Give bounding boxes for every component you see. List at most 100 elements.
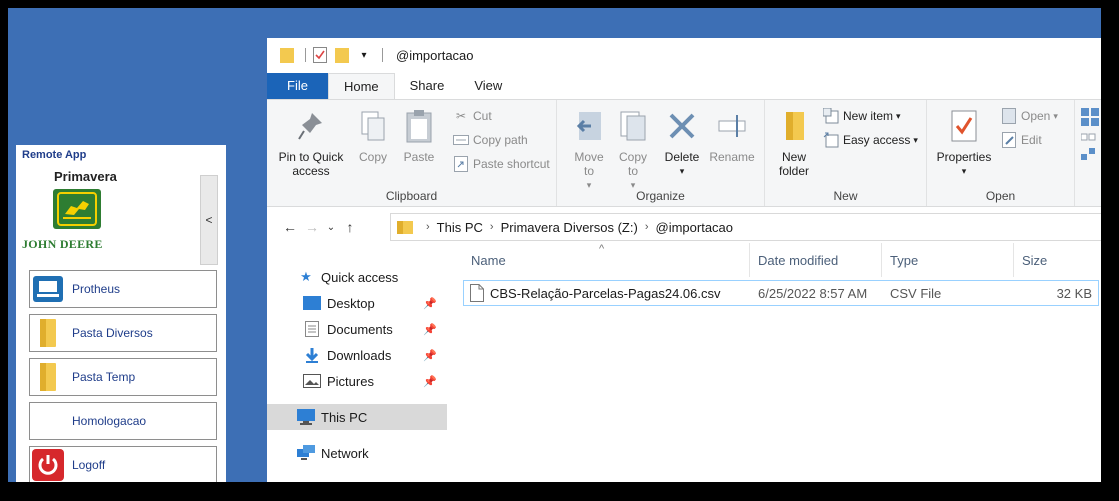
pasta-diversos-label: Pasta Diversos: [72, 326, 153, 340]
breadcrumb-this-pc[interactable]: This PC: [437, 220, 483, 235]
brand-caption: JOHN DEERE: [22, 237, 103, 251]
nav-quick-access[interactable]: ★ Quick access: [267, 264, 447, 290]
paste-button[interactable]: Paste: [399, 106, 439, 164]
address-box[interactable]: › This PC › Primavera Diversos (Z:) › @i…: [390, 213, 1101, 241]
scissors-icon: ✂: [455, 109, 467, 123]
chevron-right-icon: ›: [644, 221, 649, 233]
tab-view[interactable]: View: [459, 73, 517, 99]
ribbon-tabs: File Home Share View: [267, 73, 517, 99]
column-header-size[interactable]: Size: [1022, 243, 1047, 277]
pasta-diversos-button[interactable]: Pasta Diversos: [29, 314, 217, 352]
brand-name: Primavera: [54, 169, 117, 184]
move-to-icon: [572, 106, 606, 146]
nav-quick-access-label: Quick access: [321, 269, 399, 285]
organize-group-label: Organize: [636, 189, 685, 203]
tab-file[interactable]: File: [267, 73, 328, 99]
logoff-button[interactable]: Logoff: [29, 446, 217, 482]
paste-shortcut-button[interactable]: Paste shortcut: [453, 156, 550, 172]
pin-label: Pin to Quick access: [278, 150, 344, 178]
protheus-button[interactable]: Protheus: [29, 270, 217, 308]
pin-icon: [294, 106, 328, 146]
folder-icon: [30, 359, 66, 395]
breadcrumb-current-folder[interactable]: @importacao: [656, 220, 734, 235]
cut-label: Cut: [473, 109, 492, 123]
tab-home[interactable]: Home: [327, 73, 395, 99]
new-item-label: New item: [843, 109, 894, 123]
protheus-label: Protheus: [72, 282, 121, 296]
copy-icon: [356, 106, 390, 146]
folder-icon: [30, 315, 66, 351]
back-arrow-icon[interactable]: ←: [279, 219, 301, 235]
recent-locations-chevron-icon[interactable]: ⌄: [323, 222, 339, 233]
properties-icon: [947, 106, 981, 146]
nav-this-pc[interactable]: This PC: [267, 404, 447, 430]
pin-icon: 📌: [423, 297, 437, 310]
column-divider[interactable]: [749, 243, 750, 277]
desktop-icon: [303, 294, 321, 312]
documents-icon: [303, 320, 321, 338]
new-folder-icon[interactable]: [333, 46, 351, 64]
delete-button[interactable]: Delete ▾: [661, 106, 703, 178]
new-group: New folder New item ▾ Easy access ▾ New: [765, 100, 927, 206]
rename-icon: [715, 106, 749, 146]
paste-shortcut-icon: [453, 156, 469, 172]
column-divider[interactable]: [1013, 243, 1014, 277]
up-arrow-icon[interactable]: ↑: [339, 219, 361, 235]
select-all-icon[interactable]: [1080, 108, 1099, 172]
new-folder-button[interactable]: New folder: [773, 106, 815, 178]
file-size: 32 KB: [1056, 286, 1092, 301]
homologacao-button[interactable]: Homologacao: [29, 402, 217, 440]
dropdown-caret: ▾: [1053, 110, 1058, 121]
easy-access-button[interactable]: Easy access ▾: [823, 132, 918, 148]
separator: [382, 48, 383, 62]
rename-label: Rename: [709, 150, 755, 164]
open-label: Open: [1021, 109, 1051, 123]
cut-button[interactable]: ✂ Cut: [453, 108, 492, 124]
copy-label: Copy: [358, 150, 387, 164]
breadcrumb-drive[interactable]: Primavera Diversos (Z:): [501, 220, 638, 235]
customize-toolbar-icon[interactable]: ▾: [355, 46, 373, 64]
easy-access-label: Easy access: [843, 133, 911, 147]
logoff-label: Logoff: [72, 458, 106, 472]
nav-pictures[interactable]: Pictures 📌: [267, 368, 447, 394]
title-bar: ▾ @importacao: [267, 38, 1101, 72]
tab-share[interactable]: Share: [395, 73, 460, 99]
move-to-button[interactable]: Move to ▾: [569, 106, 609, 192]
open-group: Properties ▾ Open ▾ Edit Open: [927, 100, 1075, 206]
column-header-type[interactable]: Type: [890, 243, 918, 277]
clipboard-group: Pin to Quick access Copy Paste ✂ Cut Cop…: [267, 100, 557, 206]
open-button[interactable]: Open ▾: [1001, 108, 1058, 124]
collapse-panel-button[interactable]: <: [200, 175, 218, 265]
address-bar-row: ← → ⌄ ↑ › This PC › Primavera Diversos (…: [267, 213, 1101, 241]
csv-file-icon: [470, 284, 484, 305]
new-group-label: New: [833, 189, 858, 203]
john-deere-logo: [53, 189, 101, 229]
nav-network[interactable]: Network: [267, 440, 447, 466]
chevron-right-icon: ›: [426, 221, 430, 233]
nav-desktop[interactable]: Desktop 📌: [267, 290, 447, 316]
pin-icon: 📌: [423, 323, 437, 336]
nav-documents[interactable]: Documents 📌: [267, 316, 447, 342]
copy-button[interactable]: Copy: [353, 106, 393, 164]
new-folder-icon: [777, 106, 811, 146]
new-item-button[interactable]: New item ▾: [823, 108, 901, 124]
nav-downloads[interactable]: Downloads 📌: [267, 342, 447, 368]
column-header-date-modified[interactable]: Date modified: [758, 243, 838, 277]
column-divider[interactable]: [881, 243, 882, 277]
pasta-temp-button[interactable]: Pasta Temp: [29, 358, 217, 396]
move-to-label: Move to: [574, 150, 604, 178]
forward-arrow-icon[interactable]: →: [301, 219, 323, 235]
file-list-pane: ^ Name Date modified Type Size CBS-Relaç…: [463, 243, 1101, 482]
properties-button[interactable]: Properties ▾: [931, 106, 997, 178]
network-icon: [297, 444, 315, 462]
edit-button[interactable]: Edit: [1001, 132, 1042, 148]
column-header-name[interactable]: Name: [471, 243, 506, 277]
copy-to-button[interactable]: Copy to ▾: [613, 106, 653, 192]
file-row[interactable]: CBS-Relação-Parcelas-Pagas24.06.csv 6/25…: [463, 280, 1099, 306]
star-icon: ★: [300, 269, 312, 284]
pin-to-quick-access-button[interactable]: Pin to Quick access: [275, 106, 347, 178]
new-item-icon: [823, 108, 839, 124]
rename-button[interactable]: Rename: [707, 106, 757, 164]
copy-path-button[interactable]: Copy path: [453, 132, 528, 148]
properties-check-icon[interactable]: [311, 46, 329, 64]
